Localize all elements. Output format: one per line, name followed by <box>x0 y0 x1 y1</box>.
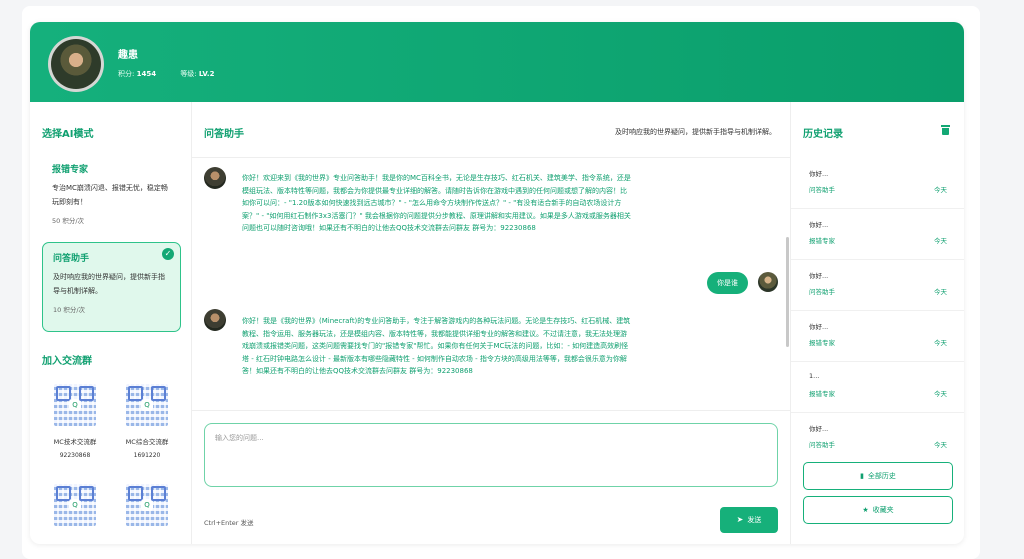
history-list[interactable]: 你好... 问答助手 今天 你好... 报错专家 今天 你好... 问答助手 今… <box>791 158 964 448</box>
history-time: 今天 <box>934 237 947 245</box>
trash-icon[interactable] <box>941 125 950 135</box>
history-title: 历史记录 <box>803 129 843 140</box>
qq-icon: Q <box>141 499 153 511</box>
chat-scrollbar[interactable] <box>786 237 789 347</box>
history-time: 今天 <box>934 288 947 296</box>
qq-icon: Q <box>69 499 81 511</box>
history-item[interactable]: 你好... 报错专家 今天 <box>791 311 964 362</box>
mode-name: 问答助手 <box>53 254 90 264</box>
history-question: 你好... <box>809 323 829 331</box>
check-icon: ✓ <box>162 248 174 260</box>
score-label: 积分: <box>118 70 135 78</box>
mode-card-error-expert[interactable]: 报错专家 专治MC崩溃闪退、报错无忧，稳定畅玩即刻有！ 50 积分/次 <box>42 154 181 234</box>
qr-code-extra[interactable]: Q <box>54 484 96 526</box>
mode-section-title: 选择AI模式 <box>42 129 94 140</box>
history-time: 今天 <box>934 390 947 398</box>
question-input[interactable]: 输入您的问题... <box>204 423 778 487</box>
history-time: 今天 <box>934 186 947 194</box>
shortcut-hint: Ctrl+Enter 发送 <box>204 519 254 527</box>
favorites-label: 收藏夹 <box>872 506 894 514</box>
favorites-button[interactable]: ★ 收藏夹 <box>803 496 953 524</box>
star-icon: ★ <box>862 506 869 514</box>
history-mode: 报错专家 <box>809 339 835 347</box>
mode-cost: 10 积分/次 <box>53 306 86 314</box>
history-mode: 问答助手 <box>809 288 835 296</box>
left-panel: 选择AI模式 报错专家 专治MC崩溃闪退、报错无忧，稳定畅玩即刻有！ 50 积分… <box>30 102 192 544</box>
history-question: 你好... <box>809 170 829 178</box>
bot-avatar <box>204 167 226 189</box>
group-section-title: 加入交流群 <box>42 356 92 367</box>
history-time: 今天 <box>934 339 947 347</box>
bot-message: 你好！欢迎来到《我的世界》专业问答助手！我是你的MC百科全书，无论是生存技巧、红… <box>242 174 631 232</box>
user-stats: 积分: 1454 等级: LV.2 <box>118 69 214 79</box>
history-panel: 历史记录 你好... 问答助手 今天 你好... 报错专家 今天 你好... 问… <box>790 102 964 544</box>
history-question: 你好... <box>809 272 829 280</box>
history-time: 今天 <box>934 441 947 448</box>
group-number: 1691220 <box>133 452 161 459</box>
send-label: 发送 <box>747 516 762 524</box>
chat-panel: 问答助手 及时响应我的世界疑问，提供新手指导与机制详解。 你好！欢迎来到《我的世… <box>192 102 790 544</box>
history-question: 你好... <box>809 221 829 229</box>
user-message: 你是谁 <box>707 272 748 294</box>
history-mode: 问答助手 <box>809 441 835 448</box>
group-name: MC技术交流群 <box>53 438 97 446</box>
chat-title: 问答助手 <box>204 129 244 140</box>
qr-code-extra[interactable]: Q <box>126 484 168 526</box>
qq-icon: Q <box>141 399 153 411</box>
history-mode: 报错专家 <box>809 390 835 398</box>
group-name: MC综合交流群 <box>125 438 169 446</box>
history-item[interactable]: 你好... 问答助手 今天 <box>791 158 964 209</box>
mode-desc: 专治MC崩溃闪退、报错无忧，稳定畅玩即刻有！ <box>52 184 168 206</box>
chat-subtitle: 及时响应我的世界疑问，提供新手指导与机制详解。 <box>615 128 776 136</box>
mode-name: 报错专家 <box>52 165 89 175</box>
profile-header: 趣患 积分: 1454 等级: LV.2 <box>30 22 964 102</box>
mode-desc: 及时响应我的世界疑问，提供新手指导与机制详解。 <box>53 273 165 295</box>
send-icon: ➤ <box>736 515 744 524</box>
bot-message: 你好！我是《我的世界》(Minecraft)的专业问答助手，专注于解答游戏内的各… <box>242 317 631 375</box>
qr-code-tech-group[interactable]: Q <box>54 384 96 426</box>
all-history-label: 全部历史 <box>867 472 896 480</box>
history-item[interactable]: 你好... 问答助手 今天 <box>791 413 964 448</box>
level-label: 等级: <box>180 70 197 78</box>
qr-code-general-group[interactable]: Q <box>126 384 168 426</box>
score-value: 1454 <box>136 70 157 78</box>
chat-header: 问答助手 及时响应我的世界疑问，提供新手指导与机制详解。 <box>192 102 790 158</box>
bot-avatar <box>204 309 226 331</box>
username: 趣患 <box>118 50 138 61</box>
history-mode: 报错专家 <box>809 237 835 245</box>
history-mode: 问答助手 <box>809 186 835 194</box>
mode-card-qa-assistant[interactable]: ✓ 问答助手 及时响应我的世界疑问，提供新手指导与机制详解。 10 积分/次 <box>42 242 181 332</box>
history-item[interactable]: 你好... 问答助手 今天 <box>791 260 964 311</box>
app-card: 趣患 积分: 1454 等级: LV.2 选择AI模式 报错专家 专治MC崩溃闪… <box>30 22 964 544</box>
mode-cost: 50 积分/次 <box>52 217 85 225</box>
level-value: LV.2 <box>198 70 215 78</box>
qq-icon: Q <box>69 399 81 411</box>
file-icon: ▮ <box>860 472 864 480</box>
user-avatar[interactable] <box>48 36 104 92</box>
group-number: 92230868 <box>59 452 91 459</box>
history-question: 1... <box>809 372 820 380</box>
send-button[interactable]: ➤ 发送 <box>720 507 778 533</box>
all-history-button[interactable]: ▮ 全部历史 <box>803 462 953 490</box>
history-item[interactable]: 1... 报错专家 今天 <box>791 362 964 413</box>
message-list[interactable]: 你好！欢迎来到《我的世界》专业问答助手！我是你的MC百科全书，无论是生存技巧、红… <box>192 159 790 409</box>
history-item[interactable]: 你好... 报错专家 今天 <box>791 209 964 260</box>
input-area: 输入您的问题... Ctrl+Enter 发送 ➤ 发送 <box>192 410 790 544</box>
user-avatar-small <box>758 272 778 292</box>
history-question: 你好... <box>809 425 829 433</box>
